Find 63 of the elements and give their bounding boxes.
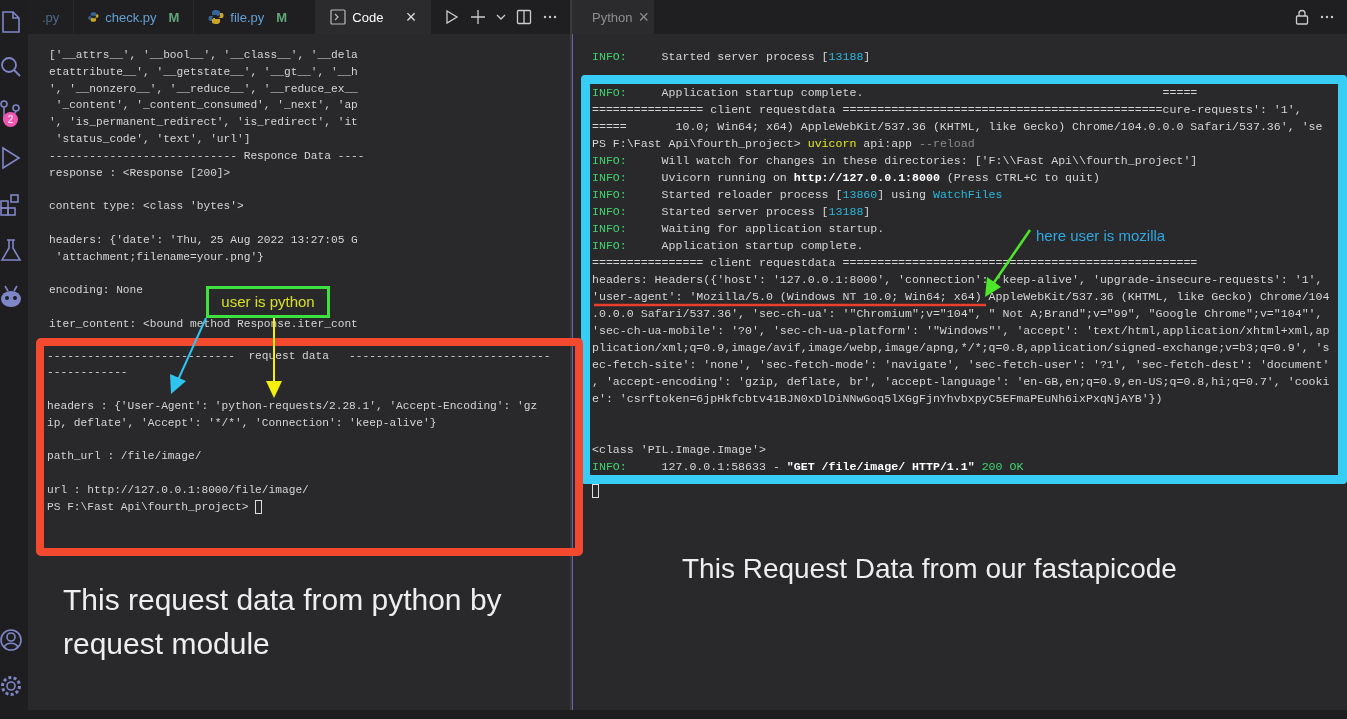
terminal-line: INFO: Started server process [13188]: [591, 49, 871, 65]
terminal-line: INFO: Uvicorn running on http://127.0.0.1:8000 (Press CTRL+C to quit): [592, 170, 1100, 186]
terminal-line: , 'accept-encoding': 'gzip, deflate, br', 'accept-language': 'en-GB,en;q=0.9,en-US;q=0.8,hi;q=0.7', 'cooki: [592, 374, 1330, 390]
terminal-line: 'attachment;filename=your.png'}: [54, 249, 264, 265]
terminal-line: ec-fetch-site': 'none', 'sec-fetch-mode': 'navigate', 'sec-fetch-user': '?1', 'sec-fetch-dest': 'document': [592, 357, 1330, 373]
terminal-line: .0.0.0 Safari/537.36', 'sec-ch-ua': '"Chromium";v="104", " Not A;Brand";v="99", "Google Chrome";v="104"',: [592, 306, 1323, 322]
run-icon[interactable]: [444, 9, 460, 25]
terminal-line: ', 'is_permanent_redirect', 'is_redirect', 'it: [48, 115, 358, 131]
terminal-line: INFO: 127.0.0.1:58633 - "GET /file/image/ HTTP/1.1" 200 OK: [592, 459, 1024, 475]
editor-tab[interactable]: Code ×: [316, 0, 432, 34]
caption: This request data from python by request module: [63, 581, 503, 662]
terminal-line: content type: <class 'bytes'>: [48, 199, 244, 215]
notification-badge: 2: [3, 112, 18, 127]
annotation-label: user is python: [206, 286, 330, 318]
terminal-line: 'status_code', 'text', 'url']: [54, 132, 251, 147]
robot-icon[interactable]: [0, 284, 22, 308]
run-debug-icon[interactable]: [0, 146, 22, 170]
terminal-line: headers: {'date': 'Thu, 25 Aug 2022 13:27:05 G: [48, 232, 358, 248]
add-icon[interactable]: [470, 9, 486, 25]
terminal-prompt: PS F:\Fast Api\fourth_project>: [47, 499, 249, 515]
terminal-line: <class 'PIL.Image.Image'>: [592, 442, 766, 458]
python-file-icon: [208, 9, 225, 25]
terminal-line: ', '__nonzero__', '__reduce__', '__reduce_ex__: [48, 81, 358, 97]
account-icon[interactable]: [0, 628, 22, 652]
terminal-line: headers: Headers({'host': '127.0.0.1:8000', 'connection': 'keep-alive', 'upgrade-insecure-requests': '1',: [592, 272, 1323, 288]
terminal-line: response : <Response [200]>: [48, 165, 231, 181]
terminal-line: encoding: None: [48, 283, 143, 299]
terminal-line: path_url : /file/image/: [47, 449, 202, 465]
files-icon[interactable]: [0, 10, 22, 34]
flask-icon[interactable]: [0, 238, 22, 262]
terminal-line: '_content', '_content_consumed', '_next', 'ap: [54, 98, 358, 114]
terminal-line: INFO: Waiting for application startup.: [592, 221, 885, 237]
annotation-label: here user is mozilla: [1036, 227, 1166, 244]
terminal-line: 'sec-ch-ua-mobile': '?0', 'sec-ch-ua-platform': '"Windows"', 'accept': 'text/html,application/xhtml+xml,ap: [592, 323, 1330, 339]
terminal-icon: [330, 9, 347, 25]
terminal-line: plication/xml;q=0.9,image/avif,image/webp,image/apng,*/*;q=0.8,application/signed-exchange;v=b3;q=0.9', 's: [592, 340, 1330, 356]
terminal-line: 'user-agent': 'Mozilla/5.0 (Windows NT 10.0; Win64; x64) AppleWebKit/537.36 (KHTML, like Gecko) Chrome/104: [592, 289, 1330, 305]
terminal-line: ---------------------------- Responce Data ----: [48, 148, 365, 164]
terminal-line: INFO: Application startup complete.: [592, 238, 864, 254]
terminal-tab[interactable]: Python ×: [572, 0, 654, 34]
split-editor-icon[interactable]: [516, 9, 532, 25]
terminal-line: etattribute__', '__getstate__', '__gt__', '__h: [48, 64, 358, 80]
terminal-line: headers : {'User-Agent': 'python-requests/2.28.1', 'Accept-Encoding': 'gz: [47, 398, 538, 414]
lock-icon[interactable]: [1295, 9, 1309, 25]
terminal-line: url : http://127.0.0.1:8000/file/image/: [47, 482, 309, 498]
terminal-cursor: [592, 484, 599, 498]
terminal-line: PS F:\Fast Api\fourth_project> uvicorn api:app --reload: [592, 136, 975, 152]
terminal-line: INFO: Started server process [13188]: [592, 204, 871, 220]
terminal-line: ================ client requestdata ==============================================cure-requests': '1',: [592, 102, 1302, 118]
terminal-line: ------------: [47, 365, 128, 381]
terminal-cursor: [255, 500, 263, 515]
terminal-line: e': 'csrftoken=6jpHkfcbtv41BJN0xDlDiNNwGoq5lXGgFjnYhvbxpyC5EFmaPEuNh6ixPxqNjAYB'}): [592, 391, 1163, 407]
settings-icon[interactable]: [0, 674, 22, 698]
terminal-line: ===== 10.0; Win64; x64) AppleWebKit/537.36 (KHTML, like Gecko) Chrome/104.0.0.0 Safari/537.36', 'se: [592, 119, 1323, 135]
terminal-line: INFO: Will watch for changes in these directories: ['F:\\Fast Api\\fourth_project']: [592, 153, 1198, 169]
terminal-line: INFO: Started reloader process [13860] using WatchFiles: [592, 187, 1003, 203]
python-file-icon: [88, 9, 100, 25]
terminal-line: INFO: Application startup complete. =====: [592, 85, 1198, 101]
extensions-icon[interactable]: [0, 192, 22, 216]
search-icon[interactable]: [0, 56, 22, 78]
caption: This Request Data from our fastapicode: [682, 553, 1178, 585]
terminal-line: ['__attrs__', '__bool__', '__class__', '__dela: [48, 48, 358, 63]
terminal-line: ip, deflate', 'Accept': '*/*', 'Connection': 'keep-alive'}: [47, 415, 437, 431]
